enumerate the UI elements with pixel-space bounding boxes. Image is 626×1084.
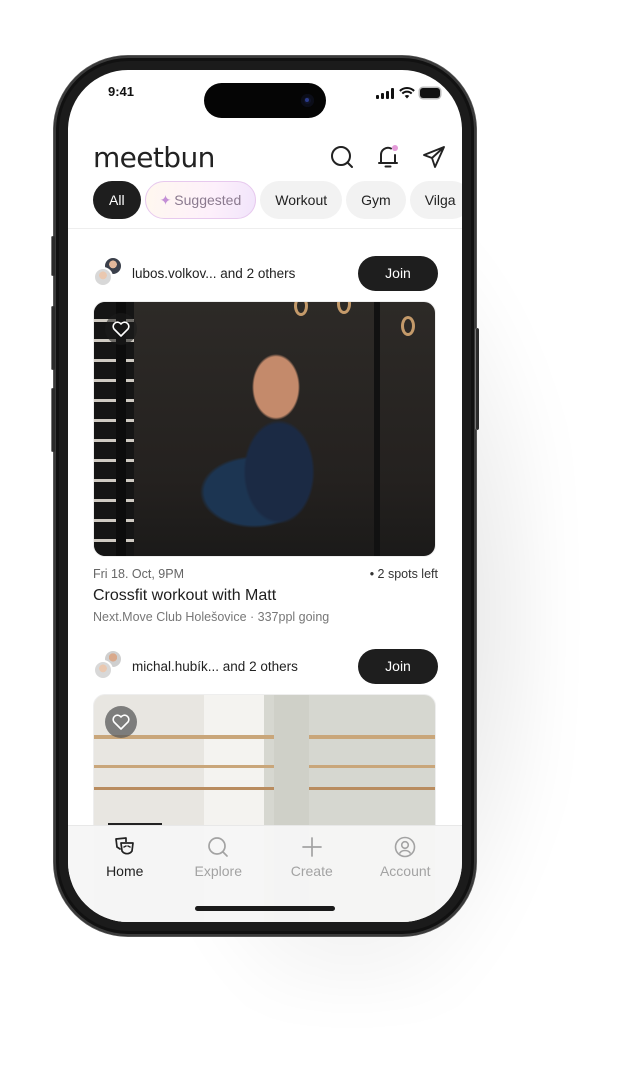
chip-label: All bbox=[109, 192, 125, 208]
volume-up-button bbox=[51, 306, 55, 370]
favorite-button[interactable] bbox=[105, 706, 137, 738]
chip-gym[interactable]: Gym bbox=[346, 181, 406, 219]
app-header: meetbun bbox=[93, 140, 448, 174]
chip-label: Gym bbox=[361, 192, 391, 208]
chip-label: Suggested bbox=[174, 192, 242, 208]
volume-down-button bbox=[51, 388, 55, 452]
send-icon bbox=[423, 146, 445, 168]
tab-home[interactable]: Home bbox=[85, 835, 165, 879]
join-button[interactable]: Join bbox=[358, 255, 438, 291]
event-meta: Fri 18. Oct, 9PM • 2 spots left bbox=[93, 567, 438, 581]
notifications-button[interactable] bbox=[374, 143, 402, 171]
chip-suggested[interactable]: ✦ Suggested bbox=[144, 181, 257, 219]
join-button[interactable]: Join bbox=[358, 648, 438, 684]
event-title[interactable]: Crossfit workout with Matt bbox=[93, 587, 438, 605]
home-mask-icon bbox=[114, 837, 134, 855]
notification-dot bbox=[392, 145, 398, 151]
tab-label: Home bbox=[106, 863, 144, 879]
tab-label: Create bbox=[290, 863, 333, 879]
event-date: Fri 18. Oct, 9PM bbox=[93, 567, 184, 581]
action-button bbox=[51, 236, 55, 276]
power-button bbox=[475, 328, 479, 430]
chip-all[interactable]: All bbox=[93, 181, 141, 219]
filter-chips: All ✦ Suggested Workout Gym Vilga bbox=[93, 181, 462, 219]
divider bbox=[68, 228, 462, 229]
battery-icon bbox=[420, 88, 440, 98]
event-venue: Next.Move Club Holešovice · 337ppl going bbox=[93, 610, 330, 624]
photo-detail bbox=[294, 302, 308, 316]
post-header: michal.hubík... and 2 others Join bbox=[93, 648, 438, 684]
favorite-button[interactable] bbox=[105, 313, 137, 345]
chip-workout[interactable]: Workout bbox=[260, 181, 343, 219]
heart-icon bbox=[112, 321, 130, 337]
tab-explore[interactable]: Explore bbox=[178, 835, 258, 879]
tab-account[interactable]: Account bbox=[365, 835, 445, 879]
tab-label: Explore bbox=[194, 863, 242, 879]
bottom-tab-bar: Home Explore Create Account bbox=[68, 823, 462, 922]
dynamic-island bbox=[204, 83, 326, 118]
avatar bbox=[93, 267, 113, 287]
event-photo[interactable] bbox=[93, 301, 436, 557]
app-screen: 9:41 meetbun All ✦ Suggested Workout Gym … bbox=[68, 70, 462, 922]
search-icon bbox=[331, 146, 353, 168]
status-icons bbox=[376, 87, 440, 99]
search-icon bbox=[208, 837, 229, 857]
tab-create[interactable]: Create bbox=[272, 835, 352, 879]
post-header: lubos.volkov... and 2 others Join bbox=[93, 255, 438, 291]
attendees-text[interactable]: michal.hubík... and 2 others bbox=[132, 659, 358, 674]
chip-label: Workout bbox=[275, 192, 328, 208]
spots-left: • 2 spots left bbox=[369, 567, 438, 581]
event-card[interactable]: lubos.volkov... and 2 others Join Fri 18… bbox=[93, 255, 438, 624]
event-feed: lubos.volkov... and 2 others Join Fri 18… bbox=[93, 255, 438, 922]
attendees-text[interactable]: lubos.volkov... and 2 others bbox=[132, 266, 358, 281]
home-indicator[interactable] bbox=[195, 906, 335, 911]
attendee-avatars[interactable] bbox=[93, 256, 127, 290]
signal-icon bbox=[376, 87, 394, 99]
chip-label: Vilga bbox=[424, 192, 456, 208]
status-time: 9:41 bbox=[108, 84, 135, 99]
avatar bbox=[93, 660, 113, 680]
plus-icon bbox=[301, 837, 322, 857]
tabs: Home Explore Create Account bbox=[68, 826, 462, 879]
sparkle-icon: ✦ bbox=[159, 191, 172, 208]
heart-icon bbox=[112, 714, 130, 730]
photo-detail bbox=[401, 316, 415, 336]
tab-label: Account bbox=[379, 863, 431, 879]
camera-icon bbox=[301, 94, 314, 107]
wifi-icon bbox=[399, 87, 415, 99]
account-icon bbox=[394, 836, 416, 858]
messages-button[interactable] bbox=[420, 143, 448, 171]
app-logo: meetbun bbox=[93, 140, 215, 174]
search-button[interactable] bbox=[328, 143, 356, 171]
attendee-avatars[interactable] bbox=[93, 649, 127, 683]
active-tab-indicator bbox=[108, 823, 162, 825]
photo-detail bbox=[337, 302, 351, 314]
chip-vilga[interactable]: Vilga bbox=[409, 181, 462, 219]
